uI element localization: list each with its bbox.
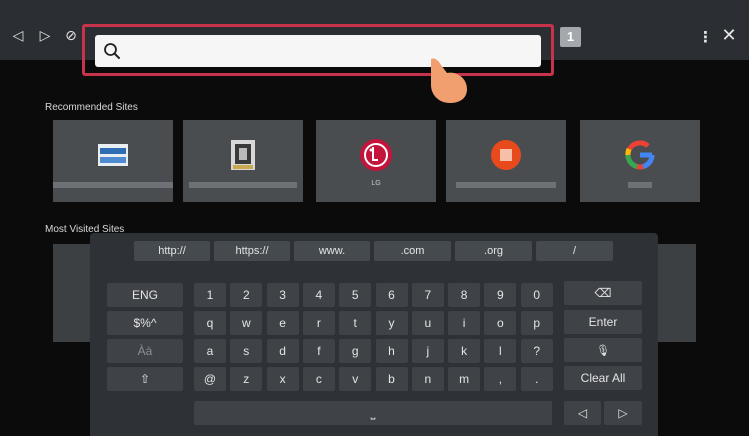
microphone-icon: 🎙 — [596, 345, 610, 357]
space-icon: ⎵ — [370, 406, 376, 420]
backspace-key[interactable]: ⌫ — [564, 281, 642, 305]
stop-button[interactable]: ⊘ — [63, 26, 79, 46]
google-logo-icon — [625, 140, 655, 170]
blurred-site-icon — [98, 144, 128, 166]
char-key[interactable]: h — [375, 339, 408, 363]
enter-key[interactable]: Enter — [564, 310, 642, 334]
char-key[interactable]: y — [375, 311, 408, 335]
blurred-site-label — [53, 182, 173, 188]
cursor-left-key[interactable]: ◁ — [564, 401, 601, 425]
char-key[interactable]: a — [194, 339, 226, 363]
close-browser-button[interactable]: ✕ — [719, 26, 739, 46]
forward-button[interactable]: ▷ — [37, 26, 53, 46]
mode-key[interactable]: ⇧ — [107, 367, 183, 391]
char-key[interactable]: z — [230, 367, 263, 391]
blurred-site-label — [628, 182, 652, 188]
char-key[interactable]: k — [448, 339, 481, 363]
char-key[interactable]: l — [484, 339, 517, 363]
blurred-site-label — [189, 182, 297, 188]
more-menu-button[interactable]: ⋮ — [698, 27, 713, 47]
char-key[interactable]: d — [266, 339, 299, 363]
more-icon: ⋮ — [698, 28, 713, 46]
blurred-site-label — [456, 182, 556, 188]
space-key[interactable]: ⎵ — [194, 401, 552, 425]
mode-key[interactable]: $%^ — [107, 311, 183, 335]
char-key[interactable]: c — [302, 367, 335, 391]
recommended-site-tile-lg[interactable]: LG — [316, 120, 436, 202]
char-key[interactable]: 9 — [484, 283, 517, 307]
cursor-right-icon: ▷ — [618, 406, 628, 420]
quick-key-com[interactable]: .com — [374, 241, 451, 261]
quick-key-org[interactable]: .org — [455, 241, 532, 261]
char-key[interactable]: 1 — [194, 283, 226, 307]
recommended-site-tile[interactable] — [446, 120, 566, 202]
stop-icon: ⊘ — [65, 28, 77, 44]
quick-key-http[interactable]: http:// — [134, 241, 210, 261]
char-key[interactable]: j — [411, 339, 444, 363]
blurred-site-icon — [491, 140, 521, 170]
char-key[interactable]: 3 — [266, 283, 299, 307]
blurred-site-icon — [231, 140, 255, 170]
recommended-site-tile[interactable] — [183, 120, 303, 202]
char-key[interactable]: o — [484, 311, 517, 335]
recommended-site-tile[interactable] — [53, 120, 173, 202]
clear-all-key[interactable]: Clear All — [564, 366, 642, 390]
forward-icon: ▷ — [39, 28, 51, 44]
mode-key[interactable]: ENG — [107, 283, 183, 307]
quick-key-slash[interactable]: / — [536, 241, 613, 261]
char-key[interactable]: n — [411, 367, 444, 391]
char-key[interactable]: , — [484, 367, 517, 391]
char-key[interactable]: w — [230, 311, 263, 335]
char-key[interactable]: g — [339, 339, 372, 363]
char-key[interactable]: t — [339, 311, 372, 335]
char-key[interactable]: r — [302, 311, 335, 335]
char-key[interactable]: 2 — [230, 283, 263, 307]
mode-key[interactable]: Àà — [107, 339, 183, 363]
back-button[interactable]: ◁ — [10, 26, 26, 46]
char-key[interactable]: f — [302, 339, 335, 363]
backspace-icon: ⌫ — [594, 286, 612, 300]
lg-logo-icon — [360, 139, 392, 171]
char-key[interactable]: m — [448, 367, 481, 391]
tile-label: LG — [371, 180, 381, 187]
tab-count-badge[interactable]: 1 — [560, 27, 581, 47]
char-key[interactable]: . — [520, 367, 553, 391]
char-key[interactable]: 4 — [302, 283, 335, 307]
char-key[interactable]: @ — [194, 367, 226, 391]
char-key[interactable]: 7 — [411, 283, 444, 307]
char-key[interactable]: q — [194, 311, 226, 335]
url-input[interactable] — [95, 35, 541, 67]
recommended-sites-heading: Recommended Sites — [45, 102, 138, 113]
char-key[interactable]: 8 — [448, 283, 481, 307]
char-key[interactable]: u — [411, 311, 444, 335]
remote-pointer-icon — [431, 58, 467, 103]
char-key[interactable]: ? — [520, 339, 553, 363]
char-key[interactable]: s — [230, 339, 263, 363]
char-key[interactable]: b — [375, 367, 408, 391]
back-icon: ◁ — [12, 28, 24, 44]
quick-key-https[interactable]: https:// — [214, 241, 290, 261]
char-key[interactable]: x — [266, 367, 299, 391]
voice-input-key[interactable]: 🎙 — [564, 338, 642, 362]
char-key[interactable]: p — [520, 311, 553, 335]
char-key[interactable]: i — [448, 311, 481, 335]
char-key[interactable]: v — [339, 367, 372, 391]
recommended-site-tile-google[interactable] — [580, 120, 700, 202]
quick-key-www[interactable]: www. — [294, 241, 370, 261]
cursor-left-icon: ◁ — [577, 406, 588, 420]
char-key[interactable]: 5 — [339, 283, 372, 307]
cursor-right-key[interactable]: ▷ — [604, 401, 642, 425]
char-key[interactable]: 0 — [520, 283, 553, 307]
char-key[interactable]: e — [266, 311, 299, 335]
close-icon: ✕ — [721, 25, 737, 46]
search-icon — [104, 43, 120, 59]
char-key[interactable]: 6 — [375, 283, 408, 307]
